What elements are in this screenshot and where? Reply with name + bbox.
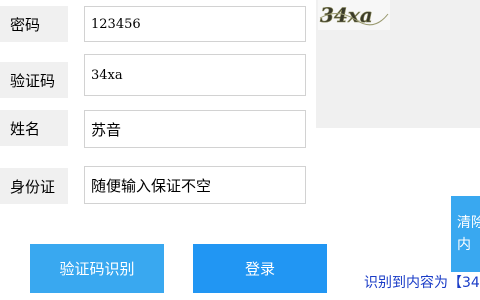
- captcha-field[interactable]: 34xa: [84, 54, 306, 96]
- captcha-label: 验证码: [0, 62, 68, 98]
- captcha-recognize-button[interactable]: 验证码识别: [30, 244, 164, 293]
- name-label: 姓名: [0, 110, 68, 146]
- recognition-result-text: 识别到内容为【34: [364, 275, 480, 291]
- name-field[interactable]: 苏音: [84, 110, 306, 148]
- clear-button[interactable]: 清除 内: [451, 196, 480, 272]
- captcha-image[interactable]: 34xa: [318, 0, 390, 30]
- id-card-field[interactable]: 随便输入保证不空: [84, 166, 306, 204]
- captcha-glyphs: 34xa: [320, 3, 389, 27]
- login-button[interactable]: 登录: [193, 244, 327, 293]
- password-field[interactable]: 123456: [84, 6, 306, 42]
- id-card-label: 身份证: [0, 168, 68, 204]
- password-label: 密码: [0, 6, 68, 42]
